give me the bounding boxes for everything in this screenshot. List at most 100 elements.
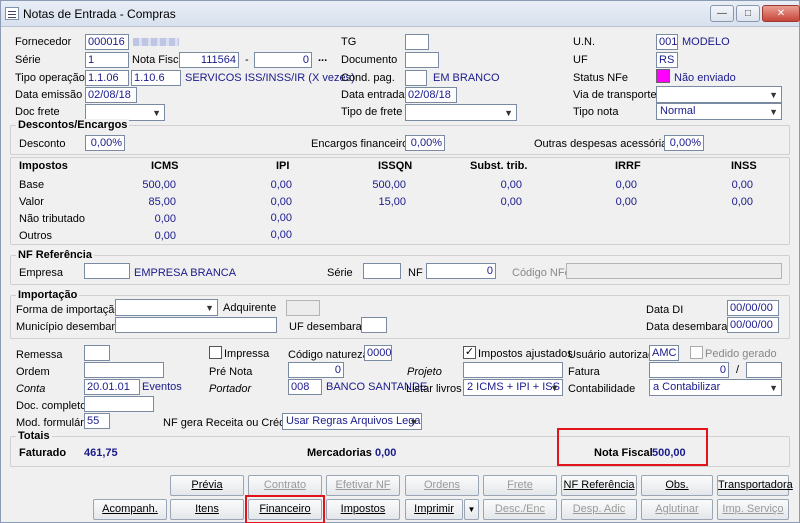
nf-referencia-title: NF Referência bbox=[16, 249, 94, 261]
portador-input[interactable]: 008 bbox=[288, 379, 322, 395]
tipo-operacao-input[interactable]: 1.1.06 bbox=[85, 70, 129, 86]
col-icms: ICMS bbox=[151, 160, 179, 172]
codigo-natureza-input[interactable]: 0000 bbox=[364, 345, 392, 361]
listar-livros-value: 2 ICMS + IPI + ISS bbox=[467, 381, 560, 393]
obs-button[interactable]: Obs. bbox=[641, 475, 713, 496]
codigo-nfe-input[interactable] bbox=[566, 263, 782, 279]
chevron-down-icon: ▼ bbox=[550, 383, 559, 393]
base-irrf: 0,00 bbox=[615, 179, 637, 191]
serie-label: Série bbox=[15, 54, 41, 66]
contabilidade-label: Contabilidade bbox=[568, 383, 636, 395]
imp-servico-button[interactable]: Imp. Serviço bbox=[717, 499, 789, 520]
chevron-down-icon: ▼ bbox=[769, 383, 778, 393]
impostos-button[interactable]: Impostos bbox=[326, 499, 400, 520]
mod-formulario-label: Mod. formulário bbox=[16, 417, 93, 429]
nota-fiscal-seq-input[interactable]: 0 bbox=[254, 52, 312, 68]
data-desembaraco-input[interactable]: 00/00/00 bbox=[727, 317, 779, 333]
ordem-input[interactable] bbox=[84, 362, 164, 378]
tg-input[interactable] bbox=[405, 34, 429, 50]
data-di-input[interactable]: 00/00/00 bbox=[727, 300, 779, 316]
base-ipi: 0,00 bbox=[270, 179, 292, 191]
uf-desembaraco-input[interactable] bbox=[361, 317, 387, 333]
data-emissao-input[interactable]: 02/08/18 bbox=[85, 87, 137, 103]
listar-livros-select[interactable]: 2 ICMS + IPI + ISS ▼ bbox=[463, 379, 563, 396]
outras-despesas-input[interactable]: 0,00% bbox=[664, 135, 704, 151]
conta-input[interactable]: 20.01.01 bbox=[84, 379, 140, 395]
tipo-nota-label: Tipo nota bbox=[573, 106, 619, 118]
usuario-autorizado-label: Usuário autorizado bbox=[568, 349, 661, 361]
faturado-value: 461,75 bbox=[84, 447, 118, 459]
acompanh-button[interactable]: Acompanh. bbox=[93, 499, 167, 520]
tipo-nota-value: Normal bbox=[660, 105, 696, 117]
imprimir-button[interactable]: Imprimir bbox=[405, 499, 463, 520]
nota-fiscal-input[interactable]: 111564 bbox=[179, 52, 239, 68]
nota-fiscal-dash: - bbox=[245, 54, 249, 66]
empresa-input[interactable] bbox=[84, 263, 130, 279]
serie-input[interactable]: 1 bbox=[85, 52, 129, 68]
impostos-ajustados-checkbox[interactable]: ✓ bbox=[463, 346, 476, 359]
tipo-frete-select[interactable]: ▼ bbox=[405, 104, 517, 121]
encargos-input[interactable]: 0,00% bbox=[405, 135, 445, 151]
adquirente-input[interactable] bbox=[286, 300, 320, 316]
tg-label: TG bbox=[341, 36, 357, 48]
impressa-checkbox[interactable] bbox=[209, 346, 222, 359]
empresa-label: Empresa bbox=[19, 267, 64, 279]
status-nfe-indicator bbox=[656, 69, 670, 83]
tipo-nota-select[interactable]: Normal ▼ bbox=[656, 103, 782, 120]
previa-button[interactable]: Prévia bbox=[170, 475, 244, 496]
aglutinar-button[interactable]: Aglutinar bbox=[641, 499, 713, 520]
base-subst: 0,00 bbox=[500, 179, 522, 191]
doc-completo-input[interactable] bbox=[84, 396, 154, 412]
forma-importacao-select[interactable]: ▼ bbox=[115, 299, 218, 316]
uf-input[interactable]: RS bbox=[656, 52, 678, 68]
pre-nota-label: Pré Nota bbox=[209, 366, 253, 378]
app-icon bbox=[5, 7, 19, 20]
data-di-label: Data DI bbox=[646, 304, 684, 316]
contrato-button[interactable]: Contrato bbox=[248, 475, 322, 496]
desconto-input[interactable]: 0,00% bbox=[85, 135, 125, 151]
nf-ref-nf-input[interactable]: 0 bbox=[426, 263, 496, 279]
remessa-input[interactable] bbox=[84, 345, 110, 361]
fornecedor-input[interactable]: 000016 bbox=[85, 34, 129, 50]
transportadora-button[interactable]: Transportadora bbox=[717, 475, 793, 496]
desc-enc-button[interactable]: Desc./Enc bbox=[483, 499, 557, 520]
itens-button[interactable]: Itens bbox=[170, 499, 244, 520]
cond-pag-input[interactable] bbox=[405, 70, 427, 86]
fatura-parcela-input[interactable] bbox=[746, 362, 782, 378]
chevron-down-icon: ▼ bbox=[152, 108, 161, 118]
projeto-input[interactable] bbox=[463, 362, 563, 378]
pre-nota-input[interactable]: 0 bbox=[288, 362, 344, 378]
codigo-natureza-label: Código natureza bbox=[288, 349, 369, 361]
chevron-down-icon: ▼ bbox=[769, 90, 778, 100]
base-issqn: 500,00 bbox=[372, 179, 406, 191]
un-input[interactable]: 001 bbox=[656, 34, 678, 50]
nota-fiscal-more-button[interactable]: ... bbox=[318, 52, 327, 65]
imprimir-dropdown-button[interactable]: ▼ bbox=[464, 499, 479, 520]
maximize-button[interactable]: □ bbox=[736, 5, 760, 22]
pedido-gerado-checkbox[interactable] bbox=[690, 346, 703, 359]
nao-tributado-ipi: 0,00 bbox=[270, 212, 292, 224]
efetivar-nf-button[interactable]: Efetivar NF bbox=[326, 475, 400, 496]
usuario-autorizado-input[interactable]: AMC bbox=[649, 345, 679, 361]
minimize-button[interactable]: — bbox=[710, 5, 734, 22]
close-button[interactable]: ✕ bbox=[762, 5, 800, 22]
desp-adic-button[interactable]: Desp. Adic bbox=[561, 499, 637, 520]
nf-gera-select[interactable]: Usar Regras Arquivos Legais ▼ bbox=[282, 413, 422, 430]
municipio-input[interactable] bbox=[115, 317, 277, 333]
frete-button[interactable]: Frete bbox=[483, 475, 557, 496]
mod-formulario-input[interactable]: 55 bbox=[84, 413, 110, 429]
outras-despesas-label: Outras despesas acessórias bbox=[534, 138, 673, 150]
col-ipi: IPI bbox=[276, 160, 290, 172]
documento-input[interactable] bbox=[405, 52, 439, 68]
fatura-input[interactable]: 0 bbox=[649, 362, 729, 378]
ordens-button[interactable]: Ordens bbox=[405, 475, 479, 496]
nf-ref-serie-input[interactable] bbox=[363, 263, 401, 279]
contabilidade-select[interactable]: a Contabilizar ▼ bbox=[649, 379, 782, 396]
tipo-operacao-code2-input[interactable]: 1.10.6 bbox=[131, 70, 181, 86]
via-transporte-select[interactable]: ▼ bbox=[656, 86, 782, 103]
data-entrada-input[interactable]: 02/08/18 bbox=[405, 87, 457, 103]
codigo-nfe-label: Código NFe bbox=[512, 267, 571, 279]
mercadorias-label: Mercadorias bbox=[307, 447, 372, 459]
nf-referencia-button[interactable]: NF Referência bbox=[561, 475, 637, 496]
cond-pag-desc: EM BRANCO bbox=[433, 72, 500, 84]
